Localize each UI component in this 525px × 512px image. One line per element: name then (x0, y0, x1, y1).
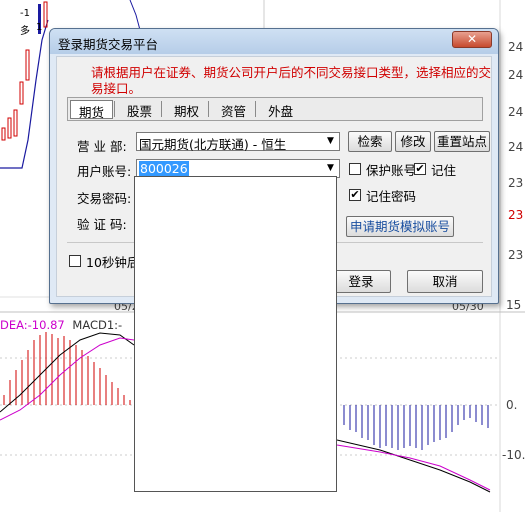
tab-stocks[interactable]: 股票 (119, 100, 160, 119)
tab-options[interactable]: 期权 (166, 100, 207, 119)
remember-password-label: 记住密码 (366, 189, 417, 204)
password-label: 交易密码: (77, 191, 132, 206)
auto-login-checkbox[interactable] (69, 255, 81, 267)
dialog-title: 登录期货交易平台 (58, 37, 159, 52)
tab-separator (208, 101, 210, 117)
protect-account-label: 保护账号 (366, 163, 417, 178)
price-axis-label: 23 (508, 176, 524, 190)
tab-separator (255, 101, 257, 117)
price-axis-label: 24 (508, 40, 524, 54)
auto-login-label: 10秒钟后 (86, 255, 140, 270)
macd-axis-label: 15 (506, 298, 522, 312)
query-button[interactable]: 检索 (348, 131, 392, 152)
modify-button[interactable]: 修改 (395, 131, 431, 152)
remember-password-checkbox[interactable]: ✔ (349, 189, 361, 201)
kline-label: 1 (36, 22, 43, 33)
login-button[interactable]: 登录 (331, 270, 391, 293)
macd-axis-label: -10. (502, 448, 525, 462)
account-label: 用户账号: (77, 164, 132, 179)
apply-demo-account-button[interactable]: 申请期货模拟账号 (346, 216, 454, 237)
remember-account-label: 记住 (431, 163, 457, 178)
price-axis-label: 24 (508, 140, 524, 154)
macd-legend: DEA:-10.87 MACD1:- (0, 318, 122, 332)
tab-separator (161, 101, 163, 117)
account-dropdown-list[interactable] (134, 176, 337, 492)
tab-asset-management[interactable]: 资管 (213, 100, 254, 119)
macd1-legend: MACD1:- (72, 318, 123, 332)
chevron-down-icon[interactable]: ▼ (323, 134, 338, 149)
kline-label: 多 (20, 26, 30, 37)
price-axis-label: 23 (508, 248, 524, 262)
tab-futures[interactable]: 期货 (70, 100, 114, 120)
close-icon[interactable]: ✕ (452, 31, 492, 48)
interface-tabs: 期货 股票 期权 资管 外盘 (67, 97, 483, 121)
branch-label: 营 业 部: (77, 139, 127, 154)
dea-legend: DEA:-10.87 (0, 318, 65, 332)
dialog-titlebar[interactable]: 登录期货交易平台 ✕ (50, 29, 498, 54)
account-value: 800026 (139, 161, 189, 176)
reset-site-button[interactable]: 重置站点 (434, 131, 490, 152)
kline-label: -1 (20, 8, 30, 19)
protect-account-checkbox[interactable] (349, 163, 361, 175)
tab-separator (114, 101, 116, 117)
notice-text: 请根据用户在证券、期货公司开户后的不同交易接口类型，选择相应的交易接口。 (91, 65, 492, 96)
branch-select[interactable]: 国元期货(北方联通) - 恒生 ▼ (136, 132, 340, 152)
cancel-button[interactable]: 取消 (407, 270, 483, 293)
remember-account-checkbox[interactable]: ✔ (414, 163, 426, 175)
price-axis-label: 24 (508, 105, 524, 119)
verify-code-label: 验 证 码: (77, 217, 127, 232)
macd-axis-label: 0. (506, 398, 518, 412)
tab-foreign[interactable]: 外盘 (260, 100, 301, 119)
price-axis-label: 24 (508, 68, 524, 82)
chevron-down-icon[interactable]: ▼ (323, 161, 338, 176)
price-axis-label: 23 (508, 208, 524, 222)
branch-value: 国元期货(北方联通) - 恒生 (139, 137, 287, 152)
